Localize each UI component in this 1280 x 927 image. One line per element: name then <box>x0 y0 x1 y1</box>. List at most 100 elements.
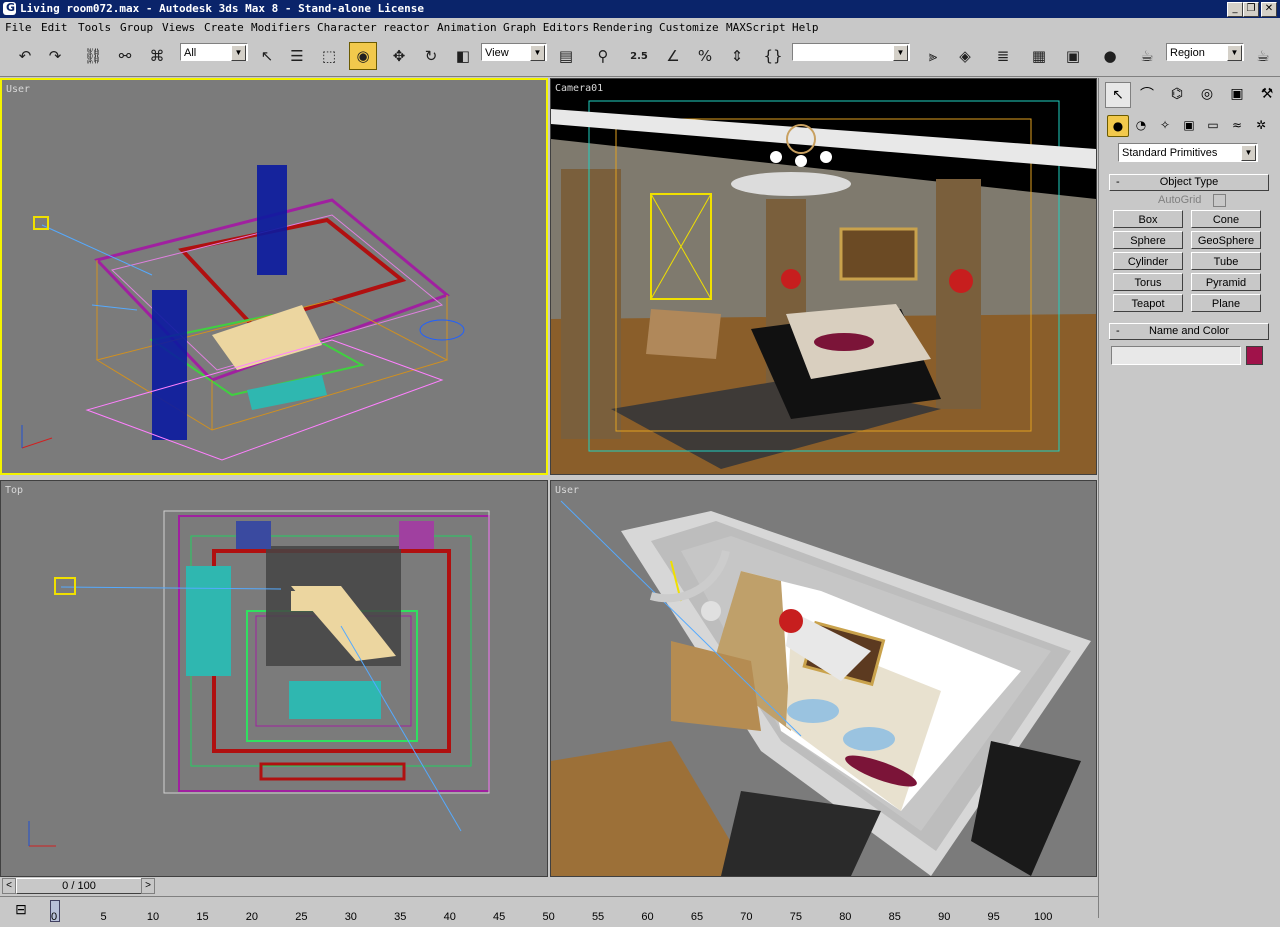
mirror-icon[interactable]: ⫸ <box>920 43 946 69</box>
menu-group[interactable]: Group <box>120 21 153 34</box>
menu-edit[interactable]: Edit <box>41 21 68 34</box>
rectangular-selection-icon[interactable]: ⬚ <box>316 43 342 69</box>
viewport-label[interactable]: User <box>555 485 579 496</box>
tube-button[interactable]: Tube <box>1191 252 1261 270</box>
cameras-icon[interactable]: ▣ <box>1179 115 1199 135</box>
schematic-view-icon[interactable]: ▣ <box>1060 43 1086 69</box>
pyramid-button[interactable]: Pyramid <box>1191 273 1261 291</box>
modify-tab-icon[interactable]: ⌒ <box>1135 82 1159 106</box>
menu-animation[interactable]: Animation <box>437 21 497 34</box>
render-type-value: Region <box>1170 47 1205 59</box>
selection-filter-dropdown[interactable]: All ▼ <box>180 43 248 61</box>
timeline-tick-label: 60 <box>641 911 654 923</box>
prev-frame-button[interactable]: < <box>2 878 16 894</box>
plane-button[interactable]: Plane <box>1191 294 1261 312</box>
shapes-icon[interactable]: ◔ <box>1131 115 1151 135</box>
box-button[interactable]: Box <box>1113 210 1183 228</box>
select-and-scale-icon[interactable]: ◧ <box>450 43 476 69</box>
torus-button[interactable]: Torus <box>1113 273 1183 291</box>
edit-named-selection-icon[interactable]: {} <box>760 43 786 69</box>
menu-help[interactable]: Help <box>792 21 819 34</box>
reference-coordinate-dropdown[interactable]: View ▼ <box>481 43 547 61</box>
percent-snap-icon[interactable]: % <box>692 43 718 69</box>
main-toolbar: ↶ ↷ ⛓ ⚯ ⌘ All ▼ ↖ ☰ ⬚ ◉ ✥ ↻ ◧ View ▼ ▤ ⚲ 2… <box>0 38 1280 77</box>
object-name-field[interactable] <box>1111 346 1241 365</box>
track-bar[interactable]: ⊟ 0 5 10 15 20 25 30 35 40 45 50 55 60 65 70 75 80 85 90 95… <box>0 896 1098 927</box>
menu-views[interactable]: Views <box>162 21 195 34</box>
menu-reactor[interactable]: reactor <box>383 21 429 34</box>
open-mini-curve-editor-icon[interactable]: ⊟ <box>10 901 32 921</box>
helpers-icon[interactable]: ▭ <box>1203 115 1223 135</box>
chevron-down-icon: ▼ <box>1227 45 1242 61</box>
restore-button[interactable]: ❐ <box>1243 2 1259 17</box>
unlink-selection-icon[interactable]: ⚯ <box>112 43 138 69</box>
close-button[interactable]: ✕ <box>1261 2 1277 17</box>
menu-graph-editors[interactable]: Graph Editors <box>503 21 589 34</box>
name-and-color-rollout[interactable]: - Name and Color <box>1109 323 1269 340</box>
timeline-tick-label: 90 <box>938 911 951 923</box>
menu-maxscript[interactable]: MAXScript <box>726 21 786 34</box>
pivot-center-icon[interactable]: ▤ <box>553 43 579 69</box>
time-slider[interactable]: 0 / 100 <box>16 878 142 894</box>
timeline-tick-label: 65 <box>690 911 704 923</box>
geometry-icon[interactable]: ● <box>1107 115 1129 137</box>
select-and-manipulate-icon[interactable]: ⚲ <box>590 43 616 69</box>
named-selection-dropdown[interactable]: ▼ <box>792 43 910 61</box>
timeline-tick-label: 45 <box>493 911 506 923</box>
sphere-button[interactable]: Sphere <box>1113 231 1183 249</box>
undo-icon[interactable]: ↶ <box>12 43 38 69</box>
primitive-category-dropdown[interactable]: Standard Primitives ▼ <box>1118 143 1258 162</box>
select-object-icon[interactable]: ↖ <box>254 43 280 69</box>
curve-editor-icon[interactable]: ▦ <box>1026 43 1052 69</box>
menu-create[interactable]: Create <box>204 21 244 34</box>
select-and-move-icon[interactable]: ✥ <box>386 43 412 69</box>
spinner-snap-icon[interactable]: ⇕ <box>724 43 750 69</box>
select-and-link-icon[interactable]: ⛓ <box>80 43 106 69</box>
object-color-swatch[interactable] <box>1246 346 1263 365</box>
teapot-button[interactable]: Teapot <box>1113 294 1183 312</box>
geosphere-button[interactable]: GeoSphere <box>1191 231 1261 249</box>
menu-customize[interactable]: Customize <box>659 21 719 34</box>
select-and-rotate-icon[interactable]: ↻ <box>418 43 444 69</box>
quick-render-icon[interactable]: ☕ <box>1250 43 1276 69</box>
systems-icon[interactable]: ✲ <box>1251 115 1271 135</box>
angle-snap-icon[interactable]: ∠ <box>660 43 686 69</box>
object-type-rollout[interactable]: - Object Type <box>1109 174 1269 191</box>
render-type-dropdown[interactable]: Region ▼ <box>1166 43 1244 61</box>
create-tab-icon[interactable]: ↖ <box>1105 82 1131 108</box>
menu-modifiers[interactable]: Modifiers <box>251 21 311 34</box>
layer-manager-icon[interactable]: ≣ <box>990 43 1016 69</box>
viewport-label[interactable]: Camera01 <box>555 83 603 94</box>
next-frame-button[interactable]: > <box>141 878 155 894</box>
display-tab-icon[interactable]: ▣ <box>1225 82 1249 106</box>
cone-button[interactable]: Cone <box>1191 210 1261 228</box>
snap-label: 2.5 <box>630 50 648 62</box>
cylinder-button[interactable]: Cylinder <box>1113 252 1183 270</box>
render-scene-icon[interactable]: ☕ <box>1134 43 1160 69</box>
window-crossing-icon[interactable]: ◉ <box>349 42 377 70</box>
select-by-name-icon[interactable]: ☰ <box>284 43 310 69</box>
viewport-top[interactable]: Top <box>0 480 548 877</box>
hierarchy-tab-icon[interactable]: ⌬ <box>1165 82 1189 106</box>
redo-icon[interactable]: ↷ <box>42 43 68 69</box>
timeline-tick-label: 50 <box>542 911 555 923</box>
menu-character[interactable]: Character <box>317 21 377 34</box>
material-editor-icon[interactable]: ● <box>1097 43 1123 69</box>
bind-to-space-warp-icon[interactable]: ⌘ <box>144 43 170 69</box>
lights-icon[interactable]: ✧ <box>1155 115 1175 135</box>
menu-rendering[interactable]: Rendering <box>593 21 653 34</box>
space-warps-icon[interactable]: ≈ <box>1227 115 1247 135</box>
timeline-tick-label: 5 <box>100 911 107 923</box>
snaps-toggle-icon[interactable]: 2.5 <box>626 43 652 69</box>
menu-file[interactable]: File <box>5 21 32 34</box>
utilities-tab-icon[interactable]: ⚒ <box>1255 82 1279 106</box>
minimize-button[interactable]: _ <box>1227 2 1243 17</box>
viewport-camera01[interactable]: Camera01 <box>550 78 1097 475</box>
motion-tab-icon[interactable]: ◎ <box>1195 82 1219 106</box>
autogrid-checkbox[interactable] <box>1213 194 1226 207</box>
viewport-user-top-left[interactable]: User <box>0 78 548 475</box>
menu-tools[interactable]: Tools <box>78 21 111 34</box>
align-icon[interactable]: ◈ <box>952 43 978 69</box>
viewport-user-bottom-right[interactable]: User <box>550 480 1097 877</box>
3ds-max-icon[interactable]: G <box>3 1 16 15</box>
